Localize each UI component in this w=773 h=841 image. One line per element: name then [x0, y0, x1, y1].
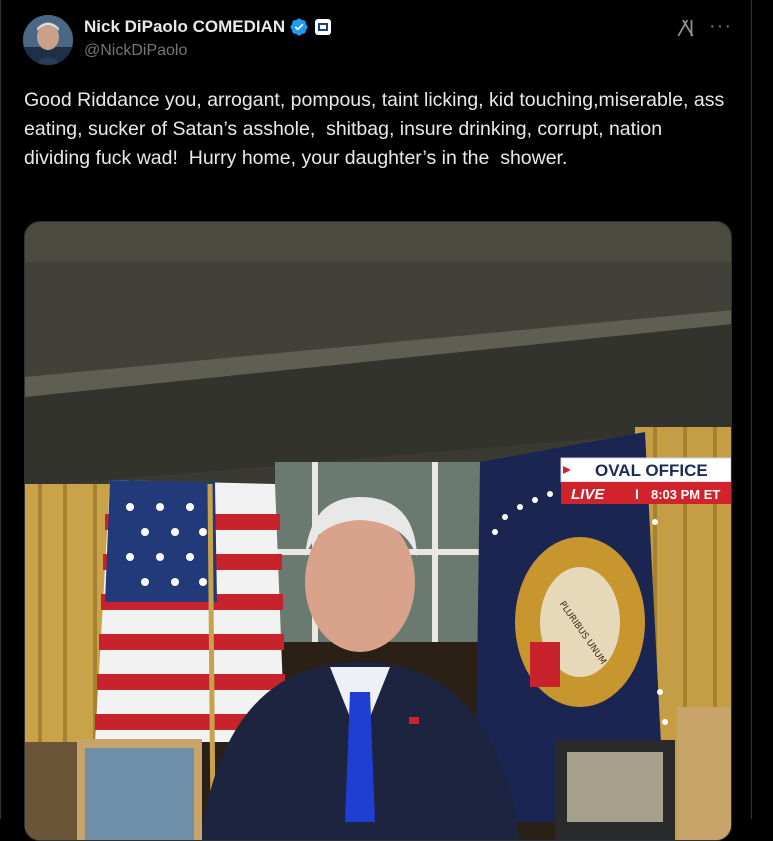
more-options-icon[interactable]: ··· — [709, 16, 732, 36]
banner-title: OVAL OFFICE — [595, 461, 708, 480]
banner-time: 8:03 PM ET — [651, 487, 720, 502]
tweet-media[interactable]: PLURIBUS UNUM OVAL OFFICE LIVE I 8:03 PM… — [24, 221, 732, 841]
banner-separator: I — [635, 486, 639, 502]
tweet-post: Nick DiPaolo COMEDIAN @NickDiPaolo ··· G… — [0, 0, 752, 841]
banner-live-label: LIVE — [571, 486, 605, 503]
live-banner: OVAL OFFICE LIVE I 8:03 PM ET — [560, 457, 731, 504]
author-handle[interactable]: @NickDiPaolo — [84, 42, 187, 60]
avatar[interactable] — [23, 15, 73, 65]
verified-badge-icon — [290, 18, 308, 36]
author-display-name[interactable]: Nick DiPaolo COMEDIAN — [84, 17, 285, 37]
author-name-row: Nick DiPaolo COMEDIAN — [84, 17, 332, 37]
avatar-image — [23, 15, 73, 65]
affiliate-badge-graphic — [318, 23, 329, 31]
grok-icon[interactable] — [675, 17, 697, 39]
tv-broadcast: PLURIBUS UNUM OVAL OFFICE LIVE I 8:03 PM… — [25, 427, 731, 840]
tweet-text: Good Riddance you, arrogant, pompous, ta… — [24, 89, 730, 169]
affiliate-badge-icon[interactable] — [315, 19, 332, 35]
tv-screen-photo: PLURIBUS UNUM OVAL OFFICE LIVE I 8:03 PM… — [25, 222, 731, 840]
